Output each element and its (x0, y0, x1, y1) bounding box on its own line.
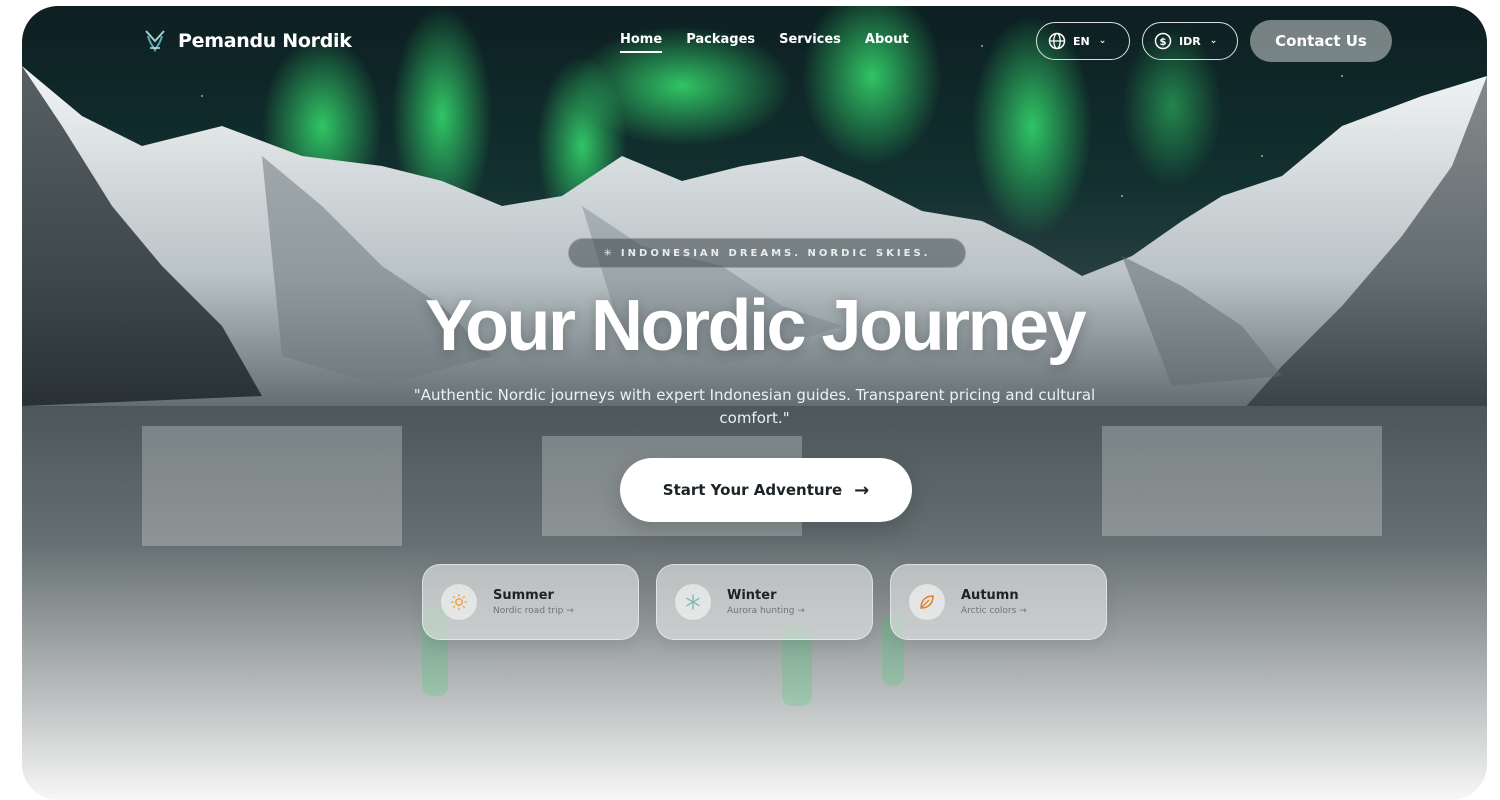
svg-text:$: $ (1160, 37, 1167, 48)
arrow-right-icon: → (797, 606, 805, 616)
arrow-right-icon: → (1019, 606, 1027, 616)
butterfly-logo-icon (145, 30, 165, 53)
season-card-text: Autumn Arctic colors → (961, 588, 1027, 616)
nav-about[interactable]: About (865, 32, 909, 53)
main-menu: Home Packages Services About (620, 32, 909, 53)
language-selector[interactable]: EN ⌄ (1036, 22, 1130, 60)
season-cards: Summer Nordic road trip → Winter Aurora … (422, 564, 1107, 640)
sparkle-icon: ✳ (603, 247, 615, 259)
dollar-circle-icon: $ (1154, 32, 1172, 50)
season-title: Summer (493, 588, 554, 603)
season-subtitle: Aurora hunting → (727, 606, 805, 616)
season-card-summer[interactable]: Summer Nordic road trip → (422, 564, 639, 640)
cta-label: Start Your Adventure (662, 481, 843, 499)
chevron-down-icon: ⌄ (1209, 36, 1218, 46)
globe-icon (1048, 32, 1066, 50)
start-adventure-button[interactable]: Start Your Adventure → (620, 458, 912, 522)
season-card-text: Winter Aurora hunting → (727, 588, 805, 616)
arrow-right-icon: → (854, 479, 870, 501)
sun-icon (441, 584, 477, 620)
hero-eyebrow: ✳ INDONESIAN DREAMS. NORDIC SKIES. (568, 238, 966, 268)
currency-value: IDR (1179, 34, 1201, 48)
hero-eyebrow-text: INDONESIAN DREAMS. NORDIC SKIES. (620, 247, 931, 259)
arrow-right-icon: → (566, 606, 574, 616)
leaf-icon (909, 584, 945, 620)
season-card-winter[interactable]: Winter Aurora hunting → (656, 564, 873, 640)
season-subtitle: Arctic colors → (961, 606, 1027, 616)
nav-home[interactable]: Home (620, 32, 663, 53)
hero-frame: Pemandu Nordik Home Packages Services Ab… (22, 6, 1487, 800)
brand-name: Pemandu Nordik (178, 30, 352, 52)
nav-packages[interactable]: Packages (686, 32, 755, 53)
snowflake-icon (675, 584, 711, 620)
contact-us-button[interactable]: Contact Us (1250, 20, 1392, 62)
season-card-autumn[interactable]: Autumn Arctic colors → (890, 564, 1107, 640)
chevron-down-icon: ⌄ (1098, 36, 1107, 46)
season-card-text: Summer Nordic road trip → (493, 588, 574, 616)
season-title: Winter (727, 588, 777, 603)
hero-subtitle: "Authentic Nordic journeys with expert I… (413, 386, 1096, 427)
brand[interactable]: Pemandu Nordik (144, 28, 352, 54)
nav-services[interactable]: Services (779, 32, 841, 53)
language-value: EN (1073, 34, 1090, 48)
top-navigation: Pemandu Nordik Home Packages Services Ab… (22, 6, 1487, 86)
season-subtitle: Nordic road trip → (493, 606, 574, 616)
season-title: Autumn (961, 588, 1019, 603)
hero-title: Your Nordic Journey (424, 286, 1087, 366)
currency-selector[interactable]: $ IDR ⌄ (1142, 22, 1238, 60)
